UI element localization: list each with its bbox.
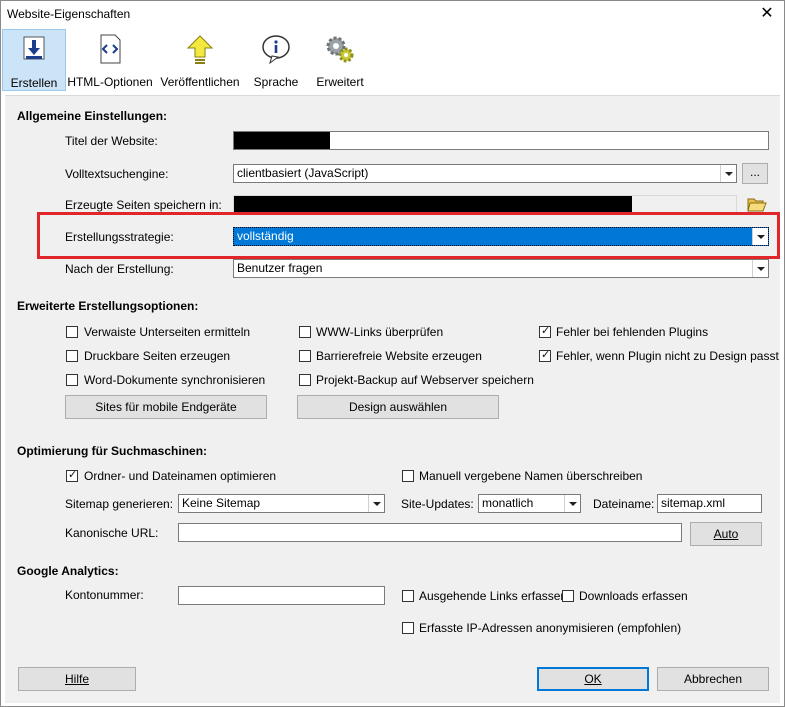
- section-advanced-heading: Erweiterte Erstellungsoptionen:: [17, 299, 199, 313]
- word-sync-checkbox[interactable]: [66, 374, 78, 386]
- dialog-window: Website-Eigenschaften ✕ Erstellen HTML-O…: [0, 0, 785, 707]
- after-build-value: Benutzer fragen: [237, 261, 323, 275]
- search-engine-value: clientbasiert (JavaScript): [237, 166, 369, 180]
- chevron-down-icon[interactable]: [720, 165, 736, 182]
- close-icon[interactable]: ✕: [754, 3, 780, 25]
- auto-button-label: Auto: [713, 527, 739, 541]
- plugin-design-label[interactable]: Fehler, wenn Plugin nicht zu Design pass…: [556, 349, 779, 363]
- downloads-label[interactable]: Downloads erfassen: [579, 589, 688, 603]
- window-title: Website-Eigenschaften: [7, 7, 131, 21]
- overwrite-names-checkbox[interactable]: [402, 470, 414, 482]
- tab-veroeffentlichen[interactable]: Veröffentlichen: [156, 29, 244, 91]
- help-button-label: Hilfe: [64, 672, 89, 686]
- canonical-url-label: Kanonische URL:: [65, 526, 159, 540]
- missing-plugins-label[interactable]: Fehler bei fehlenden Plugins: [556, 325, 708, 339]
- tab-label: Erstellen: [10, 76, 58, 90]
- printable-pages-checkbox[interactable]: [66, 350, 78, 362]
- orphan-pages-checkbox[interactable]: [66, 326, 78, 338]
- info-speech-icon: [262, 35, 290, 65]
- search-engine-browse-button[interactable]: ...: [742, 163, 768, 184]
- after-build-select[interactable]: Benutzer fragen: [233, 259, 769, 278]
- settings-panel: Allgemeine Einstellungen: Titel der Webs…: [5, 95, 780, 703]
- sitemap-value: Keine Sitemap: [182, 496, 261, 510]
- design-select-button[interactable]: Design auswählen: [297, 395, 499, 419]
- ok-button-label: OK: [584, 672, 602, 686]
- auto-button[interactable]: Auto: [690, 522, 762, 546]
- section-analytics-heading: Google Analytics:: [17, 564, 119, 578]
- website-title-input[interactable]: [233, 131, 769, 150]
- save-path-label: Erzeugte Seiten speichern in:: [65, 198, 222, 212]
- accessible-site-checkbox[interactable]: [299, 350, 311, 362]
- tab-label: Veröffentlichen: [160, 75, 240, 89]
- filename-input[interactable]: sitemap.xml: [657, 494, 762, 513]
- publish-up-arrow-icon: [186, 35, 214, 64]
- filename-label: Dateiname:: [593, 497, 655, 511]
- tab-label: Sprache: [253, 75, 299, 89]
- site-updates-select[interactable]: monatlich: [478, 494, 581, 513]
- toolbar: Erstellen HTML-Optionen Veröffentlichen: [1, 29, 784, 91]
- www-links-checkbox[interactable]: [299, 326, 311, 338]
- html-code-icon: [100, 34, 121, 64]
- build-download-icon: [23, 36, 45, 60]
- project-backup-label[interactable]: Projekt-Backup auf Webserver speichern: [316, 373, 534, 387]
- optimize-names-checkbox[interactable]: [66, 468, 78, 482]
- tab-html-optionen[interactable]: HTML-Optionen: [67, 29, 153, 91]
- section-seo-heading: Optimierung für Suchmaschinen:: [17, 444, 208, 458]
- ok-button[interactable]: OK: [537, 667, 649, 691]
- anonymize-ip-checkbox[interactable]: [402, 622, 414, 634]
- help-button[interactable]: Hilfe: [18, 667, 136, 691]
- after-build-label: Nach der Erstellung:: [65, 262, 174, 276]
- canonical-url-input[interactable]: [178, 523, 682, 542]
- chevron-down-icon[interactable]: [752, 228, 768, 245]
- site-updates-label: Site-Updates:: [401, 497, 474, 511]
- tab-erweitert[interactable]: Erweitert: [309, 29, 371, 91]
- gears-icon: [326, 36, 354, 63]
- account-label: Kontonummer:: [65, 588, 144, 602]
- cancel-button[interactable]: Abbrechen: [657, 667, 769, 691]
- strategy-value: vollständig: [237, 229, 294, 243]
- word-sync-label[interactable]: Word-Dokumente synchronisieren: [84, 373, 265, 387]
- strategy-select[interactable]: vollständig: [233, 227, 769, 246]
- overwrite-names-label[interactable]: Manuell vergebene Namen überschreiben: [419, 469, 642, 483]
- orphan-pages-label[interactable]: Verwaiste Unterseiten ermitteln: [84, 325, 250, 339]
- chevron-down-icon[interactable]: [564, 495, 580, 512]
- plugin-design-checkbox[interactable]: [539, 348, 551, 362]
- chevron-down-icon[interactable]: [752, 260, 768, 277]
- optimize-names-label[interactable]: Ordner- und Dateinamen optimieren: [84, 469, 276, 483]
- search-engine-label: Volltextsuchengine:: [65, 167, 169, 181]
- anonymize-ip-label[interactable]: Erfasste IP-Adressen anonymisieren (empf…: [419, 621, 681, 635]
- title-label: Titel der Website:: [65, 134, 158, 148]
- tab-label: Erweitert: [316, 75, 364, 89]
- printable-pages-label[interactable]: Druckbare Seiten erzeugen: [84, 349, 230, 363]
- folder-open-icon[interactable]: [747, 195, 767, 213]
- outgoing-links-label[interactable]: Ausgehende Links erfassen: [419, 589, 567, 603]
- tab-sprache[interactable]: Sprache: [246, 29, 306, 91]
- redacted-value: [234, 196, 632, 213]
- tab-label: HTML-Optionen: [67, 75, 153, 89]
- mobile-sites-button[interactable]: Sites für mobile Endgeräte: [65, 395, 267, 419]
- www-links-label[interactable]: WWW-Links überprüfen: [316, 325, 443, 339]
- sitemap-label: Sitemap generieren:: [65, 497, 174, 511]
- title-bar: Website-Eigenschaften ✕: [1, 1, 784, 29]
- chevron-down-icon[interactable]: [368, 495, 384, 512]
- missing-plugins-checkbox[interactable]: [539, 324, 551, 338]
- downloads-checkbox[interactable]: [562, 590, 574, 602]
- tab-erstellen[interactable]: Erstellen: [2, 29, 66, 91]
- project-backup-checkbox[interactable]: [299, 374, 311, 386]
- site-updates-value: monatlich: [482, 496, 534, 510]
- section-general-heading: Allgemeine Einstellungen:: [17, 109, 168, 123]
- outgoing-links-checkbox[interactable]: [402, 590, 414, 602]
- accessible-site-label[interactable]: Barrierefreie Website erzeugen: [316, 349, 482, 363]
- redacted-value: [234, 132, 330, 149]
- search-engine-select[interactable]: clientbasiert (JavaScript): [233, 164, 737, 183]
- strategy-label: Erstellungsstrategie:: [65, 230, 174, 244]
- sitemap-select[interactable]: Keine Sitemap: [178, 494, 385, 513]
- account-input[interactable]: [178, 586, 385, 605]
